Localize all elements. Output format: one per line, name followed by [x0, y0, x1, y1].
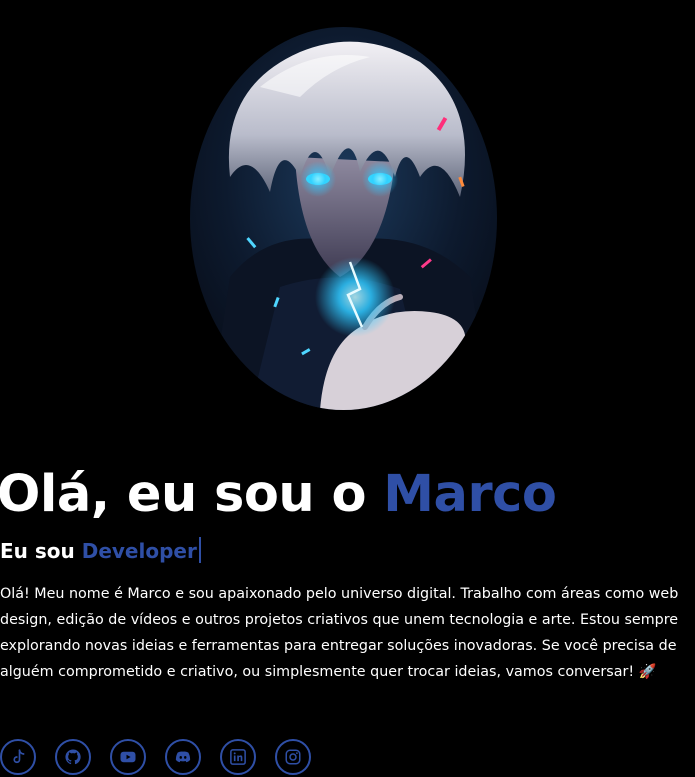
hero-title: Olá, eu sou o Marco [0, 460, 557, 530]
tiktok-icon [13, 749, 25, 764]
hero-name: Marco [383, 465, 557, 524]
discord-link[interactable] [165, 739, 201, 775]
github-icon [65, 749, 81, 765]
youtube-link[interactable] [110, 739, 146, 775]
discord-icon [175, 751, 191, 763]
avatar-illustration [190, 27, 497, 410]
role-subtitle: Eu sou Developer [0, 535, 201, 567]
role-prefix: Eu sou [0, 539, 82, 563]
linkedin-icon [230, 749, 246, 765]
github-link[interactable] [55, 739, 91, 775]
profile-avatar [190, 27, 497, 410]
instagram-icon [285, 749, 301, 765]
hero-greeting: Olá, eu sou o [0, 465, 384, 524]
typing-cursor [198, 537, 201, 563]
tiktok-link[interactable] [0, 739, 36, 775]
rocket-emoji: 🚀 [638, 664, 657, 680]
instagram-link[interactable] [275, 739, 311, 775]
bio-paragraph: Olá! Meu nome é Marco e sou apaixonado p… [0, 581, 690, 685]
typed-role: Developer [81, 539, 197, 563]
bio-text: Olá! Meu nome é Marco e sou apaixonado p… [0, 586, 679, 680]
linkedin-link[interactable] [220, 739, 256, 775]
youtube-icon [120, 751, 136, 763]
social-links [0, 739, 311, 775]
